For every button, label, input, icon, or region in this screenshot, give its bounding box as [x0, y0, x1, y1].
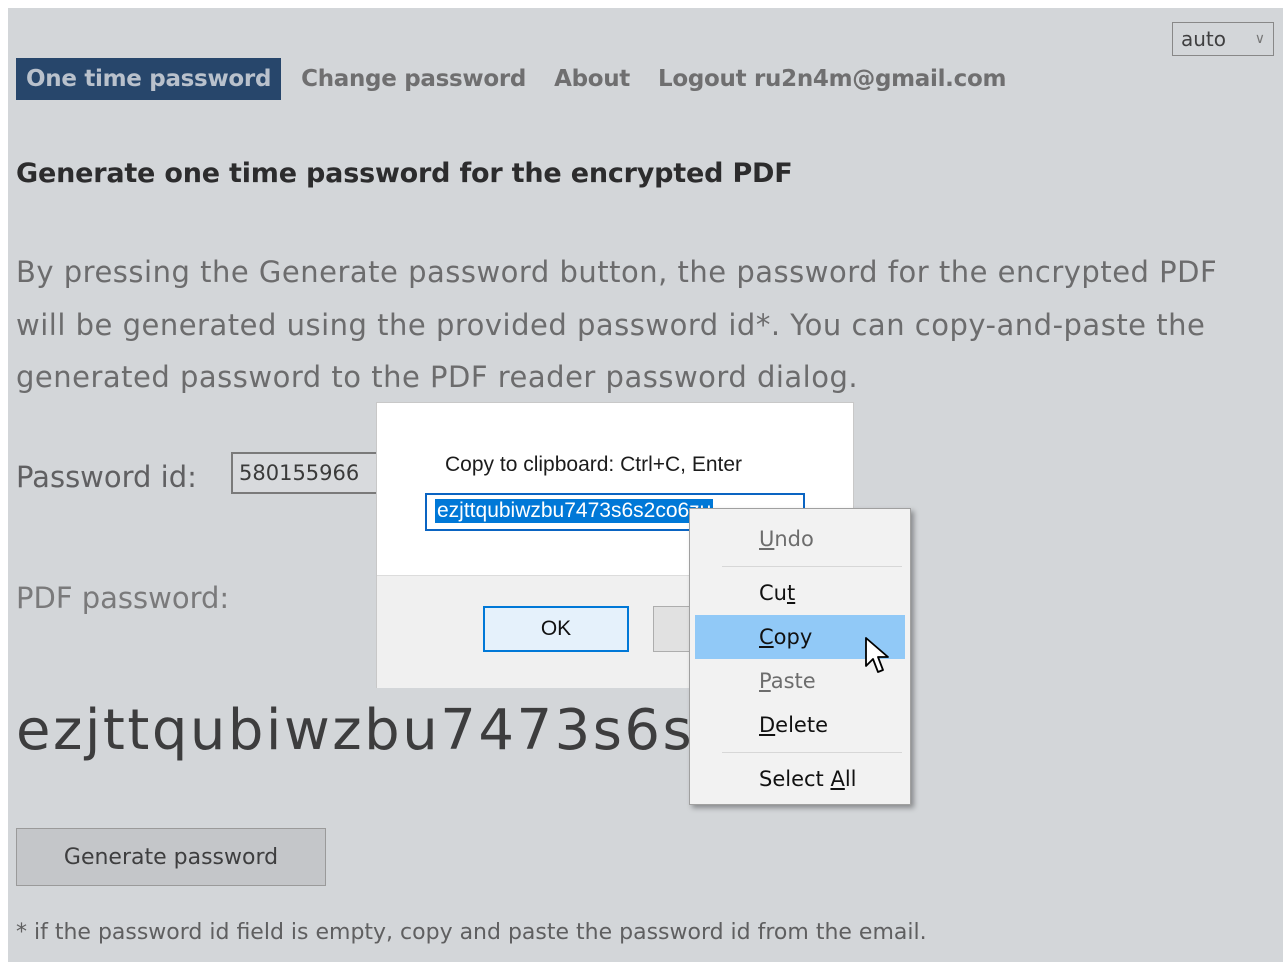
nav-change-password[interactable]: Change password — [301, 66, 526, 92]
selected-text: ezjttqubiwzbu7473s6s2co6zu — [435, 499, 714, 523]
menu-accelerator: A — [830, 767, 845, 791]
menu-item-undo[interactable]: Undo — [695, 517, 905, 561]
menu-label-part: Select — [759, 767, 831, 791]
menu-label-part: aste — [770, 669, 816, 693]
menu-label-part: ndo — [774, 527, 814, 551]
password-id-label: Password id: — [16, 460, 197, 494]
nav-logout[interactable]: Logout ru2n4m@gmail.com — [658, 66, 1006, 92]
top-nav: One time password Change password About … — [16, 56, 1034, 102]
menu-separator — [722, 752, 902, 753]
menu-label-part: opy — [773, 625, 813, 649]
chevron-down-icon: ∨ — [1254, 31, 1265, 47]
page-title: Generate one time password for the encry… — [16, 158, 793, 189]
description-text: By pressing the Generate password button… — [16, 255, 1218, 394]
menu-item-delete[interactable]: Delete — [695, 703, 905, 747]
menu-accelerator: C — [759, 625, 774, 649]
menu-accelerator: D — [759, 713, 776, 737]
nav-one-time-password[interactable]: One time password — [16, 58, 282, 100]
menu-item-cut[interactable]: Cut — [695, 571, 905, 615]
menu-label-part: ll — [844, 767, 857, 791]
mouse-pointer-icon — [865, 637, 889, 673]
nav-about[interactable]: About — [554, 66, 630, 92]
generate-password-button[interactable]: Generate password — [16, 828, 326, 886]
menu-label-part: Cu — [759, 581, 787, 605]
menu-accelerator: P — [759, 669, 771, 693]
language-select[interactable]: auto ∨ — [1172, 22, 1274, 56]
menu-label-part: elete — [775, 713, 828, 737]
language-select-value: auto — [1181, 27, 1227, 51]
menu-item-select-all[interactable]: Select All — [695, 757, 905, 801]
dialog-message: Copy to clipboard: Ctrl+C, Enter — [445, 453, 743, 476]
pdf-password-label: PDF password: — [16, 581, 230, 615]
password-id-input[interactable] — [231, 452, 381, 494]
menu-accelerator: t — [786, 581, 796, 605]
footnote: * if the password id field is empty, cop… — [16, 920, 927, 945]
menu-accelerator: U — [759, 527, 775, 551]
ok-button[interactable]: OK — [483, 606, 629, 652]
menu-separator — [722, 566, 902, 567]
